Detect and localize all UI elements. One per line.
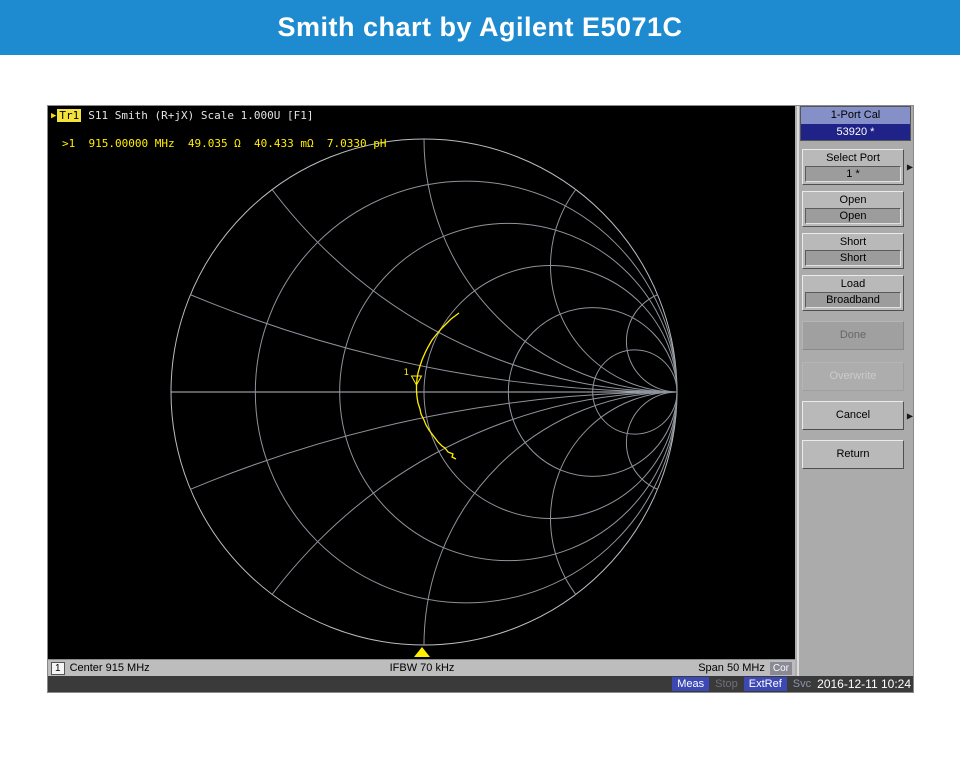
softkey-value: Broadband [805, 292, 901, 308]
status-meas: Meas [672, 677, 710, 691]
softkey-menu-header: 1-Port Cal 53920 * [800, 106, 911, 141]
softkey-return[interactable]: Return [802, 440, 904, 469]
cal-kit-value[interactable]: 53920 * [801, 124, 910, 140]
trace-settings-text: S11 Smith (R+jX) Scale 1.000U [F1] [88, 109, 314, 122]
softkey-label: Open [839, 194, 867, 206]
title-banner: Smith chart by Agilent E5071C [0, 0, 960, 55]
softkey-cancel[interactable]: Cancel ▶ [802, 401, 913, 430]
ifbw-label: IFBW 70 kHz [389, 662, 455, 674]
softkey-value: Open [805, 208, 901, 224]
marker-readout: >1 915.00000 MHz 49.035 Ω 40.433 mΩ 7.03… [62, 137, 387, 150]
trace-header: ▶ Tr1 S11 Smith (R+jX) Scale 1.000U [F1] [51, 109, 313, 122]
softkey-open[interactable]: Open Open [802, 191, 904, 227]
page-title: Smith chart by Agilent E5071C [277, 12, 683, 42]
submenu-arrow-icon: ▶ [906, 411, 913, 420]
softkey-label: Select Port [826, 152, 880, 164]
correction-badge: Cor [769, 661, 792, 675]
status-svc: Svc [792, 678, 812, 690]
softkey-menu-title: 1-Port Cal [801, 107, 910, 124]
span-label: Span 50 MHz [698, 662, 765, 674]
softkey-list: Select Port 1 * ▶ Open Open Short Short Load Bro… [799, 149, 913, 469]
softkey-select-port[interactable]: Select Port 1 * ▶ [802, 149, 913, 185]
marker-number-label: 1 [404, 368, 409, 378]
softkey-load[interactable]: Load Broadband [802, 275, 904, 311]
sweep-position-marker-icon [414, 647, 430, 657]
softkey-value: 1 * [805, 166, 901, 182]
submenu-arrow-icon: ▶ [906, 162, 913, 172]
channel-number: 1 [51, 661, 65, 675]
instrument-status-bar: Meas Stop ExtRef Svc 2016-12-11 10:24 [48, 676, 913, 692]
channel-status-bar: 1 Center 915 MHz IFBW 70 kHz Span 50 MHz… [48, 659, 795, 676]
datetime: 2016-12-11 10:24 [817, 677, 911, 691]
softkey-label: Done [839, 329, 867, 341]
softkey-value: Short [805, 250, 901, 266]
vna-screen: 1 ▶ Tr1 S11 Smith (R+jX) Scale 1.000U [F1]… [48, 106, 913, 692]
status-stop: Stop [715, 678, 738, 690]
chart-area: 1 ▶ Tr1 S11 Smith (R+jX) Scale 1.000U [F1]… [48, 106, 795, 659]
softkey-overwrite: Overwrite [802, 362, 904, 391]
smith-grid-minor [171, 139, 677, 645]
softkey-done: Done [802, 321, 904, 350]
bottom-bar-items: Meas Stop ExtRef Svc [672, 677, 811, 691]
span-group: Span 50 MHz Cor [698, 661, 792, 675]
active-trace-arrow-icon: ▶ [51, 111, 57, 121]
softkey-sidebar: 1-Port Cal 53920 * Select Port 1 * ▶ Open Op… [797, 106, 913, 676]
softkey-short[interactable]: Short Short [802, 233, 904, 269]
center-frequency-label: Center 915 MHz [69, 662, 150, 674]
softkey-label: Cancel [835, 409, 871, 421]
softkey-label: Overwrite [829, 370, 877, 382]
smith-chart-svg: 1 [170, 138, 678, 657]
trace-label-badge[interactable]: Tr1 [57, 109, 82, 122]
softkey-label: Short [839, 236, 867, 248]
softkey-label: Load [840, 278, 866, 290]
status-extref: ExtRef [743, 677, 787, 691]
softkey-label: Return [836, 448, 870, 460]
